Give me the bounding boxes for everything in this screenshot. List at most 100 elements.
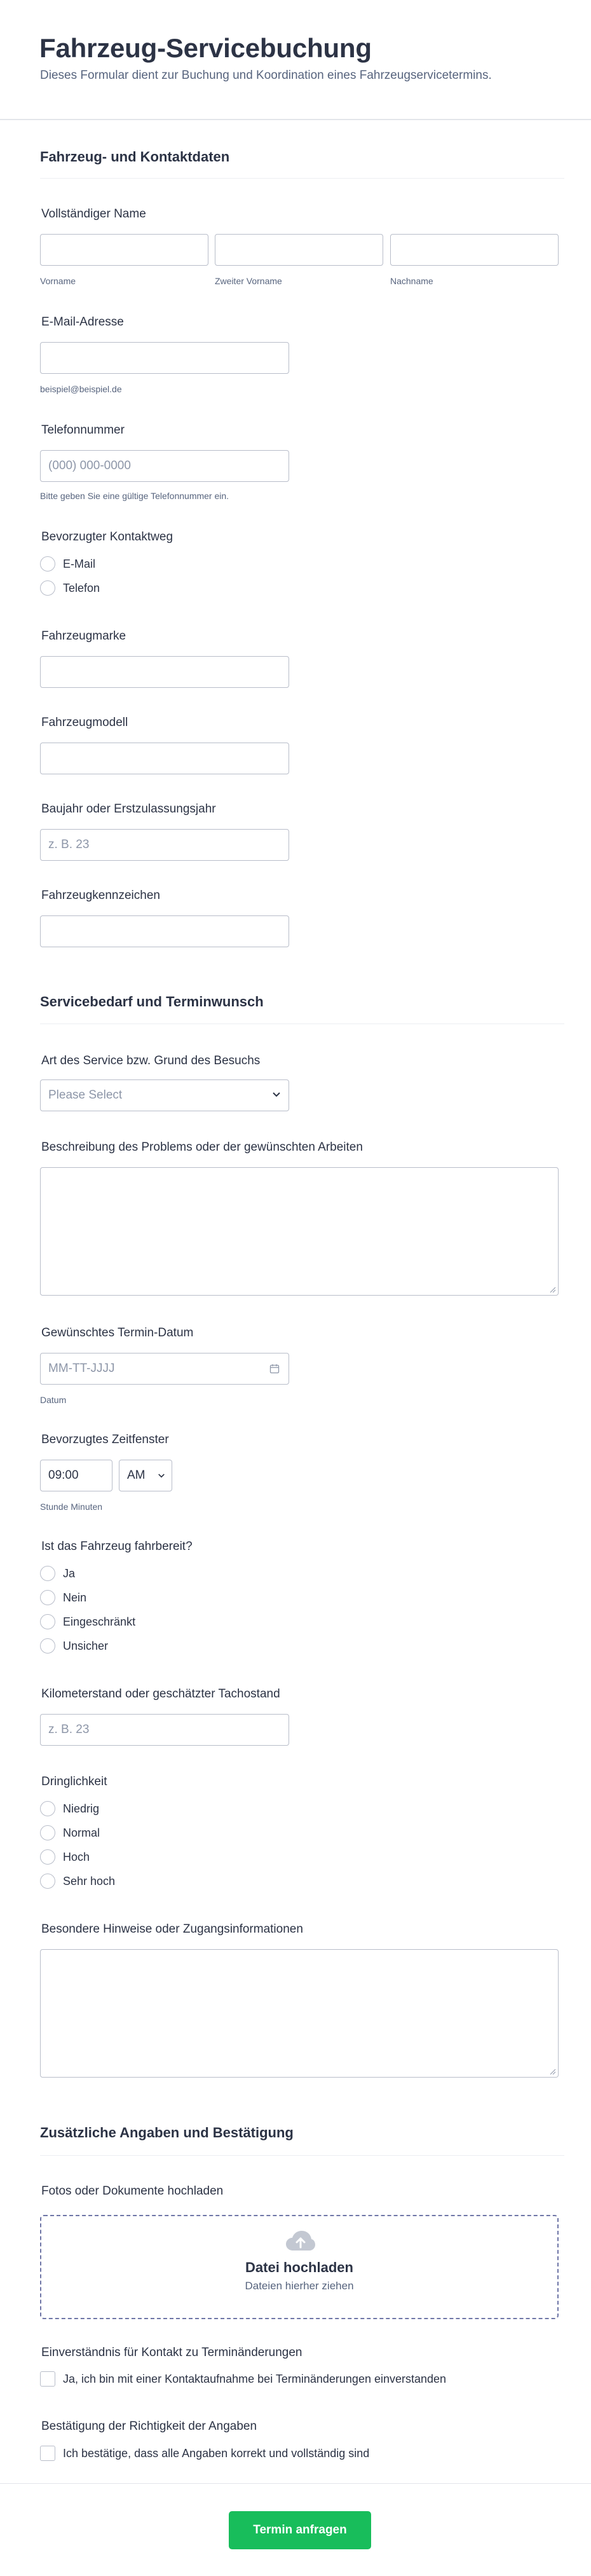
service-type-label: Art des Service bzw. Grund des Besuchs <box>41 1054 261 1067</box>
email-input[interactable] <box>40 342 289 374</box>
header-divider <box>0 119 591 120</box>
radio-label: Niedrig <box>63 1802 100 1815</box>
contact-method-label: Bevorzugter Kontaktweg <box>41 530 173 544</box>
chevron-down-icon <box>158 1474 165 1478</box>
year-input[interactable]: z. B. 23 <box>40 829 289 861</box>
radio-label: Telefon <box>63 581 100 594</box>
time-input[interactable]: 09:00 <box>40 1460 112 1491</box>
radio-button[interactable] <box>40 1566 55 1581</box>
radio-option-hoch[interactable]: Hoch <box>40 1849 90 1865</box>
description-label: Beschreibung des Problems oder der gewün… <box>41 1141 363 1154</box>
model-label: Fahrzeugmodell <box>41 716 128 729</box>
submit-button[interactable]: Termin anfragen <box>229 2511 371 2549</box>
notes-textarea[interactable] <box>40 1949 559 2078</box>
radio-button[interactable] <box>40 1849 55 1865</box>
date-placeholder: MM-TT-JJJJ <box>48 1362 115 1375</box>
chevron-down-icon <box>273 1092 280 1097</box>
date-label: Gewünschtes Termin-Datum <box>41 1326 194 1339</box>
consent-checkbox-row[interactable]: Ja, ich bin mit einer Kontaktaufnahme be… <box>40 2371 446 2387</box>
section-divider <box>40 178 564 179</box>
year-placeholder: z. B. 23 <box>48 838 90 851</box>
year-label: Baujahr oder Erstzulassungsjahr <box>41 802 216 816</box>
middle-name-sublabel: Zweiter Vorname <box>215 276 282 286</box>
first-name-sublabel: Vorname <box>40 276 76 286</box>
upload-title: Datei hochladen <box>245 2259 353 2275</box>
radio-option-ja[interactable]: Ja <box>40 1565 75 1582</box>
radio-option-normal[interactable]: Normal <box>40 1825 100 1841</box>
date-input[interactable]: MM-TT-JJJJ <box>40 1353 289 1385</box>
radio-label: Sehr hoch <box>63 1874 116 1887</box>
consent-text: Ja, ich bin mit einer Kontaktaufnahme be… <box>63 2372 447 2385</box>
first-name-input[interactable] <box>40 234 208 266</box>
service-type-placeholder: Please Select <box>48 1088 123 1102</box>
confirm-text: Ich bestätige, dass alle Angaben korrekt… <box>63 2446 370 2460</box>
radio-button[interactable] <box>40 556 55 572</box>
radio-option-nein[interactable]: Nein <box>40 1589 86 1606</box>
cloud-upload-icon <box>286 2231 315 2251</box>
radio-button[interactable] <box>40 1825 55 1840</box>
consent-label: Einverständnis für Kontakt zu Terminände… <box>41 2346 302 2359</box>
confirm-checkbox[interactable] <box>40 2446 55 2461</box>
ampm-value: AM <box>127 1469 146 1482</box>
confirm-checkbox-row[interactable]: Ich bestätige, dass alle Angaben korrekt… <box>40 2445 369 2462</box>
ampm-select[interactable]: AM <box>119 1460 172 1491</box>
radio-button[interactable] <box>40 1874 55 1889</box>
section-title-vehicle-contact: Fahrzeug- und Kontaktdaten <box>40 149 230 165</box>
radio-label: Unsicher <box>63 1639 109 1652</box>
last-name-sublabel: Nachname <box>390 276 433 286</box>
radio-label: Nein <box>63 1591 87 1604</box>
last-name-input[interactable] <box>390 234 559 266</box>
radio-label: Eingeschränkt <box>63 1615 136 1628</box>
radio-option-niedrig[interactable]: Niedrig <box>40 1800 99 1817</box>
plate-label: Fahrzeugkennzeichen <box>41 889 160 902</box>
service-type-select[interactable]: Please Select <box>40 1079 289 1111</box>
description-textarea[interactable] <box>40 1167 559 1296</box>
form-subtitle: Dieses Formular dient zur Buchung und Ko… <box>40 69 492 82</box>
consent-checkbox[interactable] <box>40 2371 55 2387</box>
radio-label: Hoch <box>63 1850 90 1863</box>
section-divider <box>40 2155 564 2156</box>
radio-option-unsicher[interactable]: Unsicher <box>40 1638 108 1654</box>
radio-option-eingeschraenkt[interactable]: Eingeschränkt <box>40 1613 135 1630</box>
radio-button[interactable] <box>40 580 55 596</box>
plate-input[interactable] <box>40 915 289 947</box>
resize-handle-icon[interactable] <box>550 2069 556 2075</box>
phone-label: Telefonnummer <box>41 423 125 437</box>
upload-label: Fotos oder Dokumente hochladen <box>41 2184 224 2198</box>
notes-label: Besondere Hinweise oder Zugangsinformati… <box>41 1922 303 1936</box>
time-label: Bevorzugtes Zeitfenster <box>41 1433 169 1446</box>
radio-option-phone[interactable]: Telefon <box>40 580 100 596</box>
file-dropzone[interactable]: Datei hochladen Dateien hierher ziehen <box>40 2215 559 2319</box>
radio-button[interactable] <box>40 1801 55 1816</box>
mileage-label: Kilometerstand oder geschätzter Tachosta… <box>41 1687 280 1701</box>
middle-name-input[interactable] <box>215 234 383 266</box>
date-hint: Datum <box>40 1395 67 1405</box>
urgency-label: Dringlichkeit <box>41 1775 107 1788</box>
resize-handle-icon[interactable] <box>550 1287 556 1293</box>
section-title-service: Servicebedarf und Terminwunsch <box>40 994 264 1010</box>
radio-label: Ja <box>63 1566 76 1580</box>
phone-hint: Bitte geben Sie eine gültige Telefonnumm… <box>40 491 229 501</box>
confirm-label: Bestätigung der Richtigkeit der Angaben <box>41 2420 257 2433</box>
upload-subtitle: Dateien hierher ziehen <box>245 2280 354 2292</box>
radio-button[interactable] <box>40 1590 55 1605</box>
radio-button[interactable] <box>40 1614 55 1629</box>
radio-button[interactable] <box>40 1638 55 1654</box>
email-label: E-Mail-Adresse <box>41 315 124 329</box>
calendar-icon[interactable] <box>269 1364 280 1374</box>
radio-label: E-Mail <box>63 557 96 570</box>
mileage-input[interactable]: z. B. 23 <box>40 1714 289 1746</box>
footer-divider <box>0 2483 591 2484</box>
make-label: Fahrzeugmarke <box>41 629 126 643</box>
phone-input[interactable]: (000) 000-0000 <box>40 450 289 482</box>
form-title: Fahrzeug-Servicebuchung <box>39 33 372 63</box>
model-input[interactable] <box>40 743 289 774</box>
time-hint: Stunde Minuten <box>40 1502 103 1512</box>
radio-option-sehr-hoch[interactable]: Sehr hoch <box>40 1873 115 1889</box>
mileage-placeholder: z. B. 23 <box>48 1723 90 1736</box>
make-input[interactable] <box>40 656 289 688</box>
radio-option-email[interactable]: E-Mail <box>40 556 95 572</box>
email-hint: beispiel@beispiel.de <box>40 384 122 394</box>
phone-placeholder: (000) 000-0000 <box>48 459 131 472</box>
drivable-label: Ist das Fahrzeug fahrbereit? <box>41 1540 193 1553</box>
